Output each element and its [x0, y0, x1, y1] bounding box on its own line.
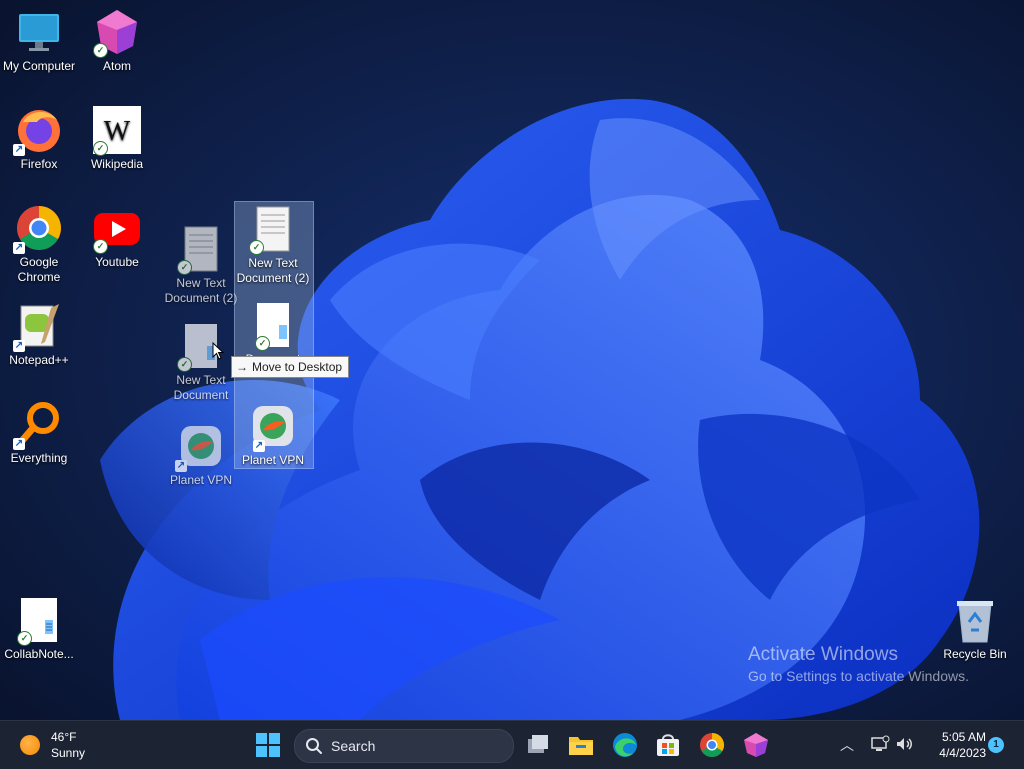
volume-icon[interactable]	[894, 734, 914, 754]
icon-label: CollabNote...	[4, 647, 74, 661]
drag-icon-planet-vpn[interactable]: ↗ Planet VPN	[234, 398, 312, 468]
task-view-icon[interactable]	[524, 731, 552, 759]
recycle-bin-icon	[951, 596, 999, 644]
shortcut-arrow-icon: ↗	[253, 440, 265, 452]
ghost-icon-planet-vpn[interactable]: ↗ Planet VPN	[162, 418, 240, 488]
magnifier-icon: ↗	[13, 400, 63, 450]
activate-windows-watermark: Activate Windows Go to Settings to activ…	[748, 644, 969, 686]
icon-label: Google Chrome	[17, 255, 61, 284]
sun-icon	[20, 735, 40, 755]
desktop-icon-everything[interactable]: ↗ Everything	[0, 396, 78, 466]
youtube-icon: ✓	[93, 204, 141, 254]
text-file-icon: ✓	[15, 596, 63, 646]
clock-date: 4/4/2023	[939, 746, 986, 760]
shortcut-arrow-icon: ↗	[13, 144, 25, 156]
store-icon[interactable]	[654, 731, 682, 759]
notification-badge[interactable]: 1	[988, 737, 1004, 753]
icon-label: New Text Document (2)	[164, 276, 238, 305]
watermark-subtitle: Go to Settings to activate Windows.	[748, 668, 969, 684]
icon-label: Everything	[10, 451, 68, 465]
planet-vpn-icon: ↗	[249, 402, 297, 452]
sync-check-icon: ✓	[177, 357, 192, 372]
taskbar-search-box[interactable]: Search	[294, 729, 514, 763]
weather-temp: 46°F	[51, 730, 77, 744]
icon-label: Planet VPN	[169, 473, 233, 487]
chrome-icon[interactable]	[698, 731, 726, 759]
wikipedia-icon: W ✓	[93, 106, 141, 156]
mouse-pointer-icon	[212, 342, 224, 360]
icon-label: Youtube	[95, 255, 139, 269]
text-file-icon: ✓	[249, 301, 297, 351]
desktop-icon-google-chrome[interactable]: ↗ Google Chrome	[0, 200, 78, 285]
ghost-icon-new-text-document-2[interactable]: ✓ New Text Document (2)	[162, 221, 240, 306]
desktop-icon-notepadpp[interactable]: ↗ Notepad++	[0, 298, 78, 368]
desktop-icon-atom[interactable]: ✓ Atom	[78, 4, 156, 74]
notepadpp-icon: ↗	[13, 302, 63, 352]
svg-text:W: W	[104, 116, 131, 147]
icon-label: Wikipedia	[90, 157, 144, 171]
sync-check-icon: ✓	[93, 141, 108, 156]
windows-start-icon[interactable]	[256, 733, 280, 757]
icon-label: Firefox	[20, 157, 58, 171]
chrome-icon: ↗	[13, 204, 63, 254]
desktop-icon-youtube[interactable]: ✓ Youtube	[78, 200, 156, 270]
sync-check-icon: ✓	[255, 336, 270, 351]
shortcut-arrow-icon: ↗	[175, 460, 187, 472]
sync-check-icon: ✓	[17, 631, 32, 646]
icon-label: New Text Document	[173, 373, 229, 402]
icon-label: Notepad++	[9, 353, 69, 367]
ghost-icon-new-text-document[interactable]: ✓ New Text Document	[162, 318, 240, 403]
sync-check-icon: ✓	[93, 43, 108, 58]
atom-icon[interactable]	[742, 731, 770, 759]
network-icon[interactable]	[870, 734, 890, 754]
desktop-icon-collabnote[interactable]: ✓ CollabNote...	[0, 592, 78, 662]
drag-move-tooltip: → Move to Desktop	[231, 356, 350, 378]
monitor-icon	[15, 8, 63, 56]
icon-label: Atom	[102, 59, 131, 73]
icon-label: Planet VPN	[241, 453, 305, 467]
firefox-icon: ↗	[13, 106, 63, 156]
shortcut-arrow-icon: ↗	[13, 242, 25, 254]
sync-check-icon: ✓	[93, 239, 108, 254]
text-file-icon: ✓	[249, 205, 297, 255]
search-icon	[306, 738, 322, 754]
desktop-icon-wikipedia[interactable]: W ✓ Wikipedia	[78, 102, 156, 172]
show-hidden-icons-chevron-icon[interactable]: ︿	[840, 735, 854, 755]
search-label: Search	[331, 738, 376, 754]
watermark-title: Activate Windows	[748, 644, 898, 665]
weather-condition: Sunny	[51, 746, 86, 760]
drag-icon-new-text-document-2[interactable]: ✓ New Text Document (2)	[234, 201, 312, 286]
taskbar: 46°F Sunny Search ︿ 5:05 AM 4/4/2023 1	[0, 720, 1024, 769]
atom-gem-icon: ✓	[93, 8, 141, 58]
desktop-icon-my-computer[interactable]: My Computer	[0, 4, 78, 74]
edge-icon[interactable]	[611, 731, 639, 759]
icon-label: My Computer	[2, 59, 76, 73]
planet-vpn-icon: ↗	[175, 422, 225, 472]
tooltip-text: Move to Desktop	[252, 360, 343, 374]
arrow-right-icon: →	[236, 360, 248, 374]
desktop-icon-firefox[interactable]: ↗ Firefox	[0, 102, 78, 172]
text-file-icon: ✓	[177, 225, 225, 275]
shortcut-arrow-icon: ↗	[13, 438, 25, 450]
sync-check-icon: ✓	[177, 260, 192, 275]
clock-time: 5:05 AM	[941, 730, 986, 744]
sync-check-icon: ✓	[249, 240, 264, 255]
taskbar-clock[interactable]: 5:05 AM 4/4/2023	[922, 729, 986, 761]
icon-label: New Text Document (2)	[236, 256, 310, 285]
file-explorer-icon[interactable]	[567, 731, 595, 759]
shortcut-arrow-icon: ↗	[13, 340, 25, 352]
